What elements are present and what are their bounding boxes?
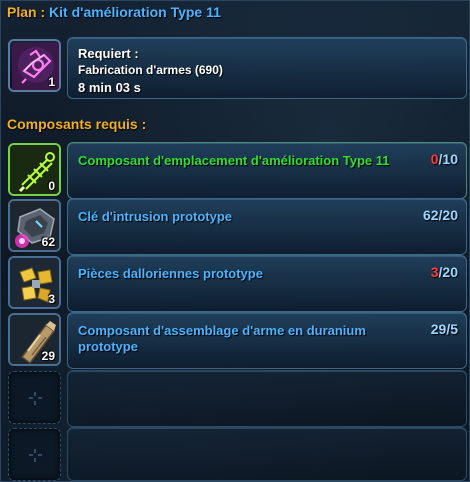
empty-slot-2 <box>8 428 61 481</box>
component-3-name: Pièces dalloriennes prototype <box>78 266 263 281</box>
components-heading: Composants requis : <box>7 116 147 132</box>
component-row-2[interactable]: Clé d'intrusion prototype 62/20 <box>67 198 467 255</box>
component-1-count: 0 <box>48 179 55 193</box>
component-4-have: 29 <box>430 321 447 337</box>
component-row-4[interactable]: Composant d'assemblage d'arme en duraniu… <box>67 312 467 369</box>
component-4-count: 29 <box>41 349 55 363</box>
component-4-name: Composant d'assemblage d'arme en duraniu… <box>78 323 366 354</box>
component-3-have: 3 <box>430 264 439 280</box>
component-1-have: 0 <box>430 151 439 167</box>
component-slot-2[interactable]: 62 <box>8 199 61 252</box>
component-slot-1[interactable]: 0 <box>8 143 61 196</box>
component-2-have: 62 <box>422 207 439 223</box>
crafting-tooltip: Plan : Kit d'amélioration Type 11 1 Requ… <box>0 0 470 482</box>
requirements-panel: Requiert : Fabrication d'armes (690) 8 m… <box>67 37 467 99</box>
required-skill: Fabrication d'armes (690) <box>78 63 223 77</box>
plan-name: Kit d'amélioration Type 11 <box>49 4 221 20</box>
component-2-count: 62 <box>41 235 55 249</box>
empty-row-1 <box>67 370 467 427</box>
component-slot-4[interactable]: 29 <box>8 313 61 366</box>
schematic-slot[interactable]: 1 <box>8 39 61 92</box>
component-3-need: 20 <box>442 264 458 280</box>
component-1-need: 10 <box>442 151 458 167</box>
plan-header: Plan : Kit d'amélioration Type 11 <box>7 4 221 20</box>
component-4-quantity: 29/5 <box>430 321 458 337</box>
component-row-3[interactable]: Pièces dalloriennes prototype 3/20 <box>67 255 467 312</box>
craft-time: 8 min 03 s <box>78 80 141 95</box>
component-2-need: 20 <box>442 207 458 223</box>
component-row-1[interactable]: Composant d'emplacement d'amélioration T… <box>67 142 467 199</box>
empty-row-2 <box>67 427 467 481</box>
component-1-quantity: 0/10 <box>430 151 458 167</box>
component-2-quantity: 62/20 <box>422 207 458 223</box>
component-slot-3[interactable]: 3 <box>8 256 61 309</box>
empty-slot-crosshair-icon <box>29 449 42 462</box>
requires-label: Requiert : <box>78 46 139 61</box>
schematic-count: 1 <box>48 75 55 89</box>
component-3-count: 3 <box>48 292 55 306</box>
plan-label: Plan : <box>7 4 46 20</box>
empty-slot-1 <box>8 371 61 424</box>
component-3-quantity: 3/20 <box>430 264 458 280</box>
empty-slot-crosshair-icon <box>29 392 42 405</box>
component-1-name: Composant d'emplacement d'amélioration T… <box>78 153 390 168</box>
component-4-need: 5 <box>450 321 458 337</box>
component-2-name: Clé d'intrusion prototype <box>78 209 233 224</box>
